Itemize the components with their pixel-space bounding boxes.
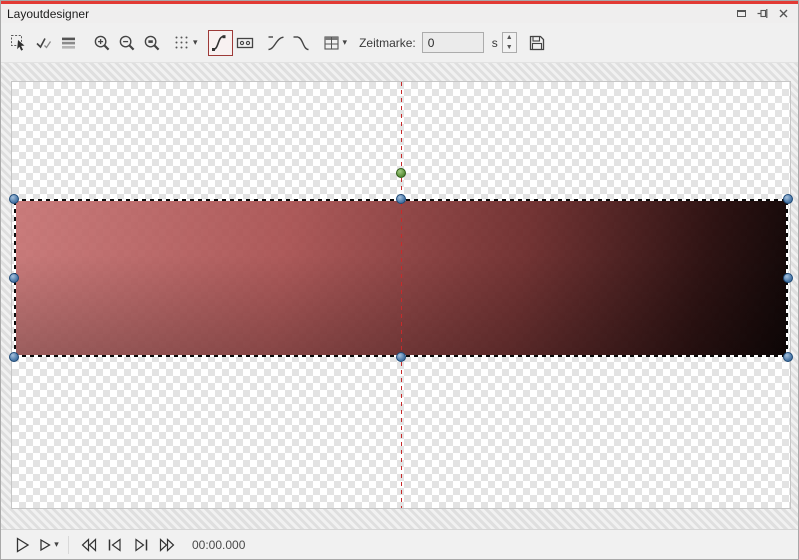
fast-forward-button[interactable] bbox=[155, 533, 179, 557]
center-guide-line bbox=[401, 82, 402, 508]
layers-button[interactable] bbox=[56, 30, 81, 56]
double-check-icon bbox=[34, 33, 54, 53]
zoom-in-button[interactable] bbox=[89, 30, 114, 56]
select-tool-button[interactable] bbox=[6, 30, 31, 56]
zoom-out-icon bbox=[117, 33, 137, 53]
maximize-button[interactable] bbox=[732, 6, 750, 21]
skip-end-button[interactable] bbox=[129, 533, 153, 557]
keyframe-table-icon bbox=[322, 33, 342, 53]
handle-top-center[interactable] bbox=[396, 194, 406, 204]
select-arrow-icon bbox=[9, 33, 29, 53]
maximize-icon bbox=[735, 7, 748, 20]
chevron-down-icon: ▾ bbox=[343, 38, 348, 47]
zeitmarke-label: Zeitmarke: bbox=[359, 36, 416, 50]
skip-start-button[interactable] bbox=[103, 533, 127, 557]
zeitmarke-unit: s bbox=[492, 36, 498, 50]
close-icon bbox=[777, 7, 790, 20]
curve-mode-button[interactable] bbox=[208, 30, 233, 56]
chevron-down-icon: ▾ bbox=[54, 540, 59, 549]
zoom-out-button[interactable] bbox=[114, 30, 139, 56]
pin-icon bbox=[756, 7, 769, 20]
keyframe-table-button[interactable]: ▾ bbox=[320, 30, 350, 56]
window-controls bbox=[732, 6, 792, 21]
layers-icon bbox=[59, 33, 79, 53]
save-icon bbox=[527, 33, 547, 53]
layout-canvas[interactable] bbox=[11, 81, 791, 509]
fade-in-button[interactable] bbox=[264, 30, 289, 56]
spinner-up-button[interactable]: ▲ bbox=[503, 33, 516, 43]
handle-middle-left[interactable] bbox=[9, 273, 19, 283]
frame-icon bbox=[235, 33, 255, 53]
handle-bottom-right[interactable] bbox=[783, 352, 793, 362]
fade-out-curve-icon bbox=[291, 33, 311, 53]
fade-out-button[interactable] bbox=[289, 30, 314, 56]
handle-top-right[interactable] bbox=[783, 194, 793, 204]
multi-select-button[interactable] bbox=[31, 30, 56, 56]
time-display: 00:00.000 bbox=[192, 538, 245, 552]
rotation-handle[interactable] bbox=[396, 168, 406, 178]
close-button[interactable] bbox=[774, 6, 792, 21]
handle-bottom-center[interactable] bbox=[396, 352, 406, 362]
play-button[interactable] bbox=[10, 533, 34, 557]
zoom-in-icon bbox=[92, 33, 112, 53]
play-options-button[interactable]: ▾ bbox=[36, 533, 60, 557]
fade-in-curve-icon bbox=[266, 33, 286, 53]
rewind-icon bbox=[79, 535, 99, 555]
transport-separator bbox=[68, 536, 69, 554]
pin-button[interactable] bbox=[753, 6, 771, 21]
skip-end-icon bbox=[131, 535, 151, 555]
zeitmarke-input[interactable] bbox=[422, 32, 484, 53]
chevron-down-icon: ▾ bbox=[193, 38, 198, 47]
workspace bbox=[1, 63, 798, 531]
grid-icon bbox=[172, 33, 192, 53]
play-icon bbox=[12, 535, 32, 555]
zoom-fit-button[interactable] bbox=[139, 30, 164, 56]
window-title: Layoutdesigner bbox=[7, 7, 89, 21]
curve-icon bbox=[210, 33, 230, 53]
main-toolbar: ▾ ▾ Zeitmarke: s ▲ ▼ bbox=[1, 23, 798, 63]
rewind-button[interactable] bbox=[77, 533, 101, 557]
titlebar[interactable]: Layoutdesigner bbox=[1, 4, 798, 23]
save-timemark-button[interactable] bbox=[525, 30, 550, 56]
layoutdesigner-window: Layoutdesigner bbox=[0, 0, 799, 560]
transport-bar: ▾ 00:00.000 bbox=[1, 529, 798, 559]
zoom-fit-icon bbox=[142, 33, 162, 53]
handle-bottom-left[interactable] bbox=[9, 352, 19, 362]
fast-forward-icon bbox=[157, 535, 177, 555]
play-small-icon bbox=[37, 535, 53, 555]
spinner-down-button[interactable]: ▼ bbox=[503, 43, 516, 53]
handle-top-left[interactable] bbox=[9, 194, 19, 204]
handle-middle-right[interactable] bbox=[783, 273, 793, 283]
camera-frame-button[interactable] bbox=[233, 30, 258, 56]
zeitmarke-spinner: ▲ ▼ bbox=[502, 32, 517, 53]
skip-start-icon bbox=[105, 535, 125, 555]
grid-button[interactable]: ▾ bbox=[170, 30, 200, 56]
